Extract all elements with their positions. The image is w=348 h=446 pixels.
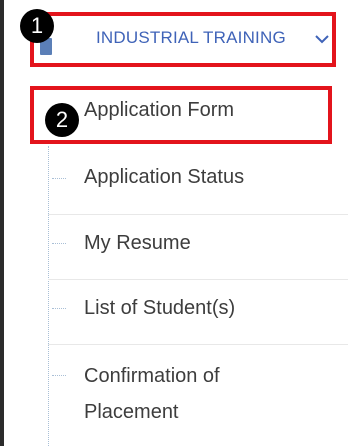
sidebar-menu: INDUSTRIAL TRAINING 1 Application Form 2… — [0, 0, 348, 446]
menu-item-list-of-students[interactable]: List of Student(s) — [0, 280, 348, 344]
menu-item-label: Confirmation of Placement — [84, 365, 220, 423]
menu-item-application-status[interactable]: Application Status — [0, 150, 348, 214]
menu-item-my-resume[interactable]: My Resume — [0, 215, 348, 279]
menu-header-label: INDUSTRIAL TRAINING — [96, 28, 286, 47]
menu-item-label: List of Student(s) — [84, 297, 236, 319]
menu-item-confirmation-of-placement[interactable]: Confirmation of Placement — [0, 345, 348, 446]
menu-header-industrial-training[interactable]: INDUSTRIAL TRAINING — [30, 12, 336, 67]
tree-dash — [52, 243, 66, 244]
tree-dash — [52, 308, 66, 309]
tree-dash — [52, 375, 66, 376]
chevron-down-icon[interactable] — [314, 32, 330, 46]
tree-dash — [52, 178, 66, 179]
menu-item-label: My Resume — [84, 232, 191, 254]
annotation-badge-2: 2 — [45, 103, 79, 137]
menu-item-label: Application Status — [84, 166, 245, 188]
annotation-badge-1: 1 — [20, 9, 54, 43]
